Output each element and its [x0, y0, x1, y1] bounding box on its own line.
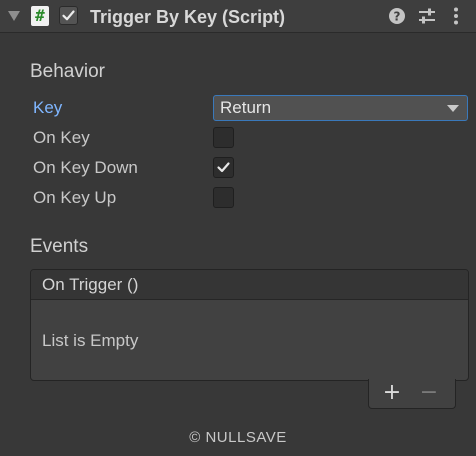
- on-key-down-label: On Key Down: [33, 158, 138, 177]
- key-dropdown[interactable]: Return: [213, 95, 468, 121]
- behavior-section-title: Behavior: [30, 61, 105, 82]
- dropdown-arrow-icon: [447, 105, 459, 112]
- on-key-up-label: On Key Up: [33, 188, 117, 207]
- add-button[interactable]: +: [381, 382, 403, 404]
- empty-list-text: List is Empty: [42, 331, 139, 350]
- more-icon[interactable]: [446, 6, 466, 26]
- key-label: Key: [33, 98, 63, 117]
- on-key-checkbox[interactable]: [213, 127, 234, 148]
- on-key-down-checkbox[interactable]: [213, 157, 234, 178]
- checkmark-icon: [217, 162, 230, 173]
- component-header: # Trigger By Key (Script) ?: [0, 0, 476, 33]
- event-list-footer: + −: [368, 379, 456, 409]
- foldout-arrow-icon[interactable]: [8, 11, 20, 21]
- remove-button[interactable]: −: [418, 382, 440, 404]
- component-enabled-checkbox[interactable]: [59, 6, 78, 25]
- on-key-up-checkbox[interactable]: [213, 187, 234, 208]
- copyright-text: © NULLSAVE: [189, 429, 287, 446]
- script-icon: #: [31, 6, 49, 26]
- event-list-header: On Trigger (): [31, 270, 468, 300]
- on-key-label: On Key: [33, 128, 90, 147]
- preset-icon[interactable]: [417, 6, 437, 26]
- svg-text:?: ?: [394, 10, 401, 24]
- component-title: Trigger By Key (Script): [90, 7, 286, 27]
- on-trigger-event-list: On Trigger () List is Empty: [30, 269, 469, 381]
- event-name-label: On Trigger (): [42, 275, 139, 294]
- help-icon[interactable]: ?: [387, 6, 407, 26]
- events-section-title: Events: [30, 236, 89, 257]
- key-dropdown-value: Return: [220, 98, 272, 117]
- checkmark-icon: [62, 10, 75, 21]
